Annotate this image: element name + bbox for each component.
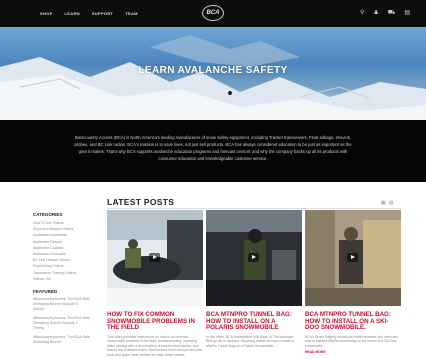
map-pin-icon[interactable]: ⚲ — [360, 10, 364, 16]
bca-logo[interactable]: BCA — [202, 5, 224, 21]
skier — [228, 91, 232, 95]
featured-line: Shredding Bronze — [33, 340, 62, 345]
nav-support[interactable]: SUPPORT — [92, 11, 113, 16]
post-title[interactable]: HOW TO FIX COMMON SNOWMOBILE PROBLEMS IN… — [107, 311, 203, 332]
nav-learn[interactable]: LEARN — [65, 11, 80, 16]
category-link[interactable]: Videos - All — [33, 276, 95, 282]
main-nav: SHOP LEARN SUPPORT TEAM — [40, 11, 138, 16]
hero-title: LEARN AVALANCHE SAFETY — [138, 65, 288, 76]
mission-statement: Backcountry Access (BCA) is North Americ… — [0, 120, 426, 182]
read-more-link[interactable]: READ MORE — [305, 350, 401, 354]
featured-item[interactable]: #BackcountryAccess, The BCA Safe Shreddi… — [33, 297, 95, 312]
play-icon[interactable] — [248, 253, 259, 262]
header-tools: ⚲ ♟ ⛟ ▤ — [360, 10, 410, 16]
post-excerpt: This video provides instructions on how … — [107, 334, 202, 357]
view-toggle: ▦ ▤ — [381, 200, 393, 206]
post-excerpt: BCA's Bruce Edgerly shows you what hardw… — [305, 334, 399, 348]
us-flag-icon[interactable]: ▤ — [404, 10, 410, 16]
divider — [107, 208, 401, 209]
top-nav-bar: SHOP LEARN SUPPORT TEAM BCA ⚲ ♟ ⛟ ▤ — [0, 0, 426, 27]
post-card: HOW TO FIX COMMON SNOWMOBILE PROBLEMS IN… — [107, 210, 203, 357]
post-excerpt: In this video, BCA Ambassador Will Mack … — [206, 334, 294, 348]
play-icon[interactable] — [149, 253, 160, 262]
sidebar: CATEGORIES How To Use Videos Snow And Be… — [33, 212, 95, 345]
video-thumbnail[interactable] — [107, 210, 203, 306]
post-title[interactable]: BCA MTNPRO TUNNEL BAG: HOW TO INSTALL ON… — [206, 311, 302, 332]
featured-item[interactable]: #BackcountryAccess, The BCA Safe Shreddi… — [33, 316, 95, 331]
video-thumbnail[interactable] — [206, 210, 302, 306]
nav-shop[interactable]: SHOP — [40, 11, 53, 16]
post-card: BCA MTNPRO TUNNEL BAG: HOW TO INSTALL ON… — [206, 210, 302, 348]
grid-view-icon[interactable]: ▦ — [381, 200, 386, 206]
latest-posts-heading: LATEST POSTS — [107, 197, 175, 207]
featured-line: (Sinks) — [33, 307, 44, 312]
play-icon[interactable] — [347, 253, 358, 262]
post-card: BCA MTNPRO TUNNEL BAG: HOW TO INSTALL ON… — [305, 210, 401, 354]
featured-heading: FEATURED — [33, 289, 58, 295]
hero-banner: LEARN AVALANCHE SAFETY — [0, 27, 426, 120]
post-title[interactable]: BCA MTNPRO TUNNEL BAG: HOW TO INSTALL ON… — [305, 311, 401, 332]
list-view-icon[interactable]: ▤ — [389, 200, 394, 206]
featured-line: (Trees) — [33, 326, 45, 331]
video-thumbnail[interactable] — [305, 210, 401, 306]
categories-heading: CATEGORIES — [33, 212, 63, 217]
nav-team[interactable]: TEAM — [125, 11, 138, 16]
user-icon[interactable]: ♟ — [373, 10, 378, 16]
cart-icon[interactable]: ⛟ — [388, 10, 396, 16]
featured-item[interactable]: #BackcountryAccess, The BCA Safe Shreddi… — [33, 335, 95, 345]
